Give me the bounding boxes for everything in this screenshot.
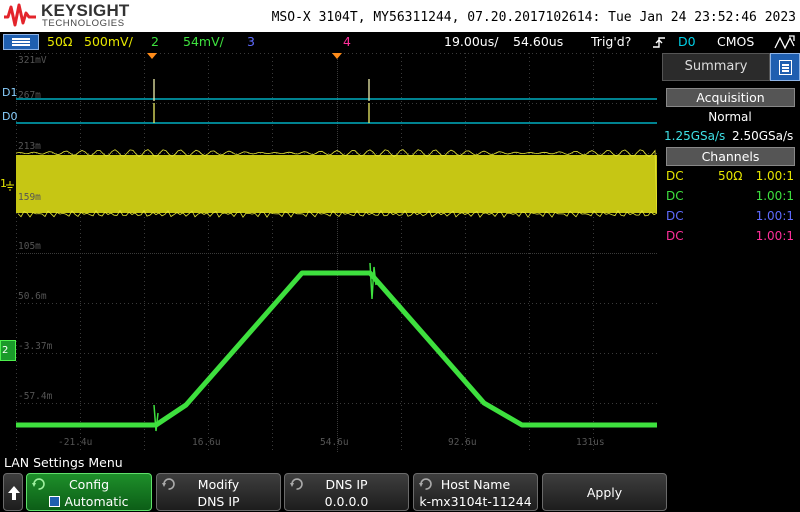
channel-menu-icon[interactable] [3, 34, 39, 50]
ch2-scale[interactable]: 54mV/ [183, 34, 224, 49]
x-label: 131us [576, 437, 605, 448]
summary-panel: Summary Acquisition Normal 1.25GSa/s 2.5… [660, 53, 800, 453]
ch1-scale[interactable]: 500mV/ [84, 34, 133, 49]
ch1-impedance-value: 50Ω [718, 169, 743, 183]
status-bar: 50Ω 500mV/ 2 54mV/ 3 4 19.00us/ 54.60us … [0, 32, 800, 52]
apply-label: Apply [586, 485, 623, 500]
back-button[interactable] [3, 473, 23, 511]
ch3-coupling: DC [666, 209, 684, 223]
modify-softkey[interactable]: Modify DNS IP [156, 473, 281, 511]
channels-heading: Channels [666, 147, 795, 166]
brand-subtitle: TECHNOLOGIES [42, 18, 125, 29]
rising-edge-icon [653, 37, 665, 48]
sample-rate-digital: 2.50GSa/s [732, 129, 794, 143]
header-bar: KEYSIGHT TECHNOLOGIES MSO-X 3104T, MY563… [0, 0, 800, 32]
ch2-trace [16, 270, 657, 428]
instrument-info: MSO-X 3104T, MY56311244, 07.20.201710261… [271, 10, 796, 25]
ch2-label[interactable]: 2 [151, 34, 159, 49]
dns-ip-label: DNS IP [325, 477, 368, 492]
d0-channel-marker[interactable]: D0 [2, 110, 17, 123]
ch2-probe: 1.00:1 [755, 189, 794, 203]
menu-title: LAN Settings Menu [4, 455, 123, 470]
y-label: 213m [18, 141, 41, 152]
timebase-delay[interactable]: 54.60us [513, 34, 563, 49]
y-label: 105m [18, 241, 41, 252]
dns-ip-softkey[interactable]: DNS IP 0.0.0.0 [284, 473, 409, 511]
config-value: Automatic [64, 494, 129, 509]
dns-ip-value: 0.0.0.0 [324, 494, 369, 509]
ch2-marker-label: 2 [2, 345, 9, 356]
ch4-coupling: DC [666, 229, 684, 243]
ch1-ground-marker[interactable]: 1 [0, 177, 15, 194]
acquisition-mode: Normal [708, 110, 752, 124]
waveform-graticule [16, 53, 657, 453]
x-label: 54.6u [320, 437, 349, 448]
trigger-status: Trig'd? [591, 34, 632, 49]
channel-row-2: DC 1.00:1 [666, 186, 794, 206]
host-name-softkey[interactable]: Host Name k-mx3104t-11244 [413, 473, 538, 511]
y-label: 50.6m [18, 291, 47, 302]
host-name-value: k-mx3104t-11244 [419, 494, 532, 509]
config-softkey[interactable]: Config Automatic [26, 473, 152, 511]
x-label: 92.6u [448, 437, 477, 448]
softkey-bar: Config Automatic Modify DNS IP DNS IP 0.… [0, 473, 800, 512]
delay-reference-marker[interactable] [332, 53, 342, 59]
panel-menu-icon[interactable] [770, 53, 800, 81]
modify-value: DNS IP [197, 494, 240, 509]
ch2-coupling: DC [666, 189, 684, 203]
ch3-probe: 1.00:1 [755, 209, 794, 223]
y-label: 159m [18, 192, 41, 203]
d1-channel-marker[interactable]: D1 [2, 86, 17, 99]
summary-tab[interactable]: Summary [662, 53, 770, 81]
acquisition-heading: Acquisition [666, 88, 795, 107]
waveform-display[interactable]: 321mV 267m 213m 159m 105m 50.6m -3.37m -… [16, 53, 657, 453]
ch4-probe: 1.00:1 [755, 229, 794, 243]
config-value-row: Automatic [27, 494, 151, 509]
ch1-trace [16, 155, 657, 213]
ch2-ground-marker[interactable]: 2 [0, 340, 16, 361]
ch1-probe: 1.00:1 [755, 169, 794, 183]
x-label: -21.4u [58, 437, 93, 448]
y-label: -57.4m [18, 391, 53, 402]
ch1-impedance[interactable]: 50Ω [47, 34, 72, 49]
timebase-scale[interactable]: 19.00us/ [444, 34, 498, 49]
up-arrow-icon [8, 486, 20, 500]
ground-icon [6, 181, 14, 191]
automatic-checkbox[interactable] [49, 496, 61, 507]
sample-rate-analog: 1.25GSa/s [664, 129, 726, 143]
trigger-level[interactable]: CMOS [717, 34, 754, 49]
channel-row-4: DC 1.00:1 [666, 226, 794, 246]
x-label: 16.6u [192, 437, 221, 448]
channel-row-3: DC 1.00:1 [666, 206, 794, 226]
modify-label: Modify [197, 477, 240, 492]
host-name-label: Host Name [440, 477, 511, 492]
config-label: Config [68, 477, 110, 492]
keysight-logo-icon [4, 3, 36, 27]
y-label: -3.37m [18, 341, 53, 352]
trigger-position-marker[interactable] [147, 53, 157, 59]
apply-button[interactable]: Apply [542, 473, 667, 511]
y-label: 267m [18, 90, 41, 101]
ch4-label[interactable]: 4 [343, 34, 351, 49]
y-label: 321mV [18, 55, 47, 66]
ch3-label[interactable]: 3 [247, 34, 255, 49]
auto-trigger-icon[interactable] [774, 34, 796, 50]
channel-row-1: DC 50Ω 1.00:1 [666, 166, 794, 186]
trigger-source[interactable]: D0 [678, 34, 696, 49]
ch1-coupling: DC [666, 169, 684, 183]
